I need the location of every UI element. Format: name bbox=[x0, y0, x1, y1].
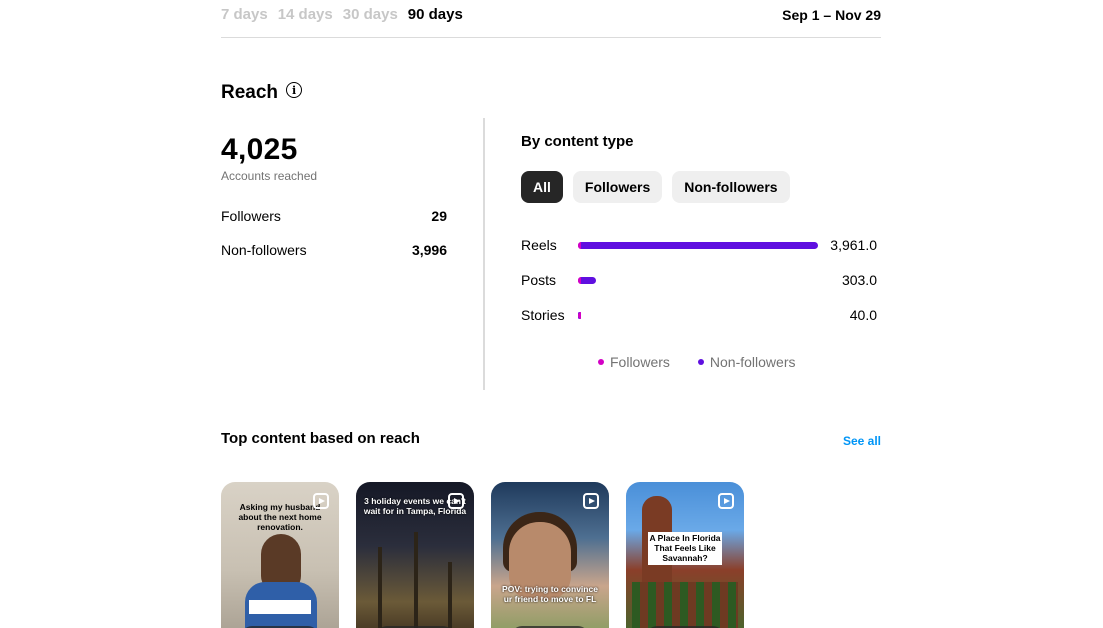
content-thumbnail[interactable]: 3 holiday events we can't wait for in Ta… bbox=[356, 482, 474, 628]
vertical-divider bbox=[483, 118, 485, 390]
reel-icon bbox=[583, 493, 599, 509]
tab-30-days[interactable]: 30 days bbox=[343, 6, 398, 28]
bar-label: Posts bbox=[521, 272, 557, 288]
bar-followers-fill bbox=[578, 312, 581, 319]
content-thumbnail[interactable]: Asking my husband about the next home re… bbox=[221, 482, 339, 628]
filter-all-button[interactable]: All bbox=[521, 171, 563, 203]
range-tabs: 7 days 14 days 30 days 90 days bbox=[221, 6, 463, 28]
thumbnail-caption: POV: trying to convince ur friend to mov… bbox=[502, 584, 598, 605]
bar-row-reels: Reels 3,961.0 bbox=[521, 236, 877, 256]
reel-icon bbox=[718, 493, 734, 509]
accounts-reached-label: Accounts reached bbox=[221, 169, 318, 183]
legend-non-followers: Non-followers bbox=[697, 354, 796, 370]
non-followers-dot-icon bbox=[697, 359, 704, 365]
divider bbox=[221, 37, 881, 38]
tab-7-days[interactable]: 7 days bbox=[221, 6, 268, 28]
bar-row-posts: Posts 303.0 bbox=[521, 271, 877, 291]
bar-value: 40.0 bbox=[849, 307, 877, 323]
info-icon[interactable]: i bbox=[286, 82, 303, 98]
bar-label: Stories bbox=[521, 307, 565, 323]
bar-row-stories: Stories 40.0 bbox=[521, 306, 877, 326]
bar-value: 3,961.0 bbox=[830, 237, 877, 253]
content-thumbnail[interactable]: POV: trying to convince ur friend to mov… bbox=[491, 482, 609, 628]
followers-label: Followers bbox=[221, 208, 281, 224]
see-all-link[interactable]: See all bbox=[843, 434, 881, 448]
tab-90-days[interactable]: 90 days bbox=[408, 6, 463, 28]
accounts-reached-total: 4,025 bbox=[221, 133, 298, 166]
reach-heading: Reach i bbox=[221, 82, 303, 104]
non-followers-label: Non-followers bbox=[221, 242, 307, 258]
bar-value: 303.0 bbox=[841, 272, 877, 288]
chart-legend: Followers Non-followers bbox=[598, 354, 796, 370]
non-followers-stat: Non-followers 3,996 bbox=[221, 242, 447, 258]
bar-followers-fill bbox=[578, 277, 581, 284]
bar-label: Reels bbox=[521, 237, 557, 253]
top-content-grid: Asking my husband about the next home re… bbox=[221, 482, 744, 628]
content-filter-pills: All Followers Non-followers bbox=[521, 171, 790, 203]
followers-dot-icon bbox=[598, 359, 604, 365]
by-content-type-title: By content type bbox=[521, 133, 634, 150]
bar-fill bbox=[578, 242, 818, 249]
legend-followers: Followers bbox=[598, 354, 670, 370]
reach-title: Reach bbox=[221, 82, 279, 103]
tab-14-days[interactable]: 14 days bbox=[278, 6, 333, 28]
date-range: Sep 1 – Nov 29 bbox=[782, 7, 881, 23]
followers-value: 29 bbox=[431, 208, 447, 224]
bar-followers-fill bbox=[578, 242, 581, 249]
thumbnail-caption: A Place In Florida That Feels Like Savan… bbox=[648, 532, 722, 565]
reel-icon bbox=[448, 493, 464, 509]
filter-non-followers-button[interactable]: Non-followers bbox=[672, 171, 790, 203]
content-thumbnail[interactable]: A Place In Florida That Feels Like Savan… bbox=[626, 482, 744, 628]
followers-stat: Followers 29 bbox=[221, 208, 447, 224]
insights-panel: 7 days 14 days 30 days 90 days Sep 1 – N… bbox=[221, 0, 881, 628]
filter-followers-button[interactable]: Followers bbox=[572, 171, 663, 203]
top-content-title: Top content based on reach bbox=[221, 430, 420, 447]
non-followers-value: 3,996 bbox=[411, 242, 447, 258]
reel-icon bbox=[313, 493, 329, 509]
